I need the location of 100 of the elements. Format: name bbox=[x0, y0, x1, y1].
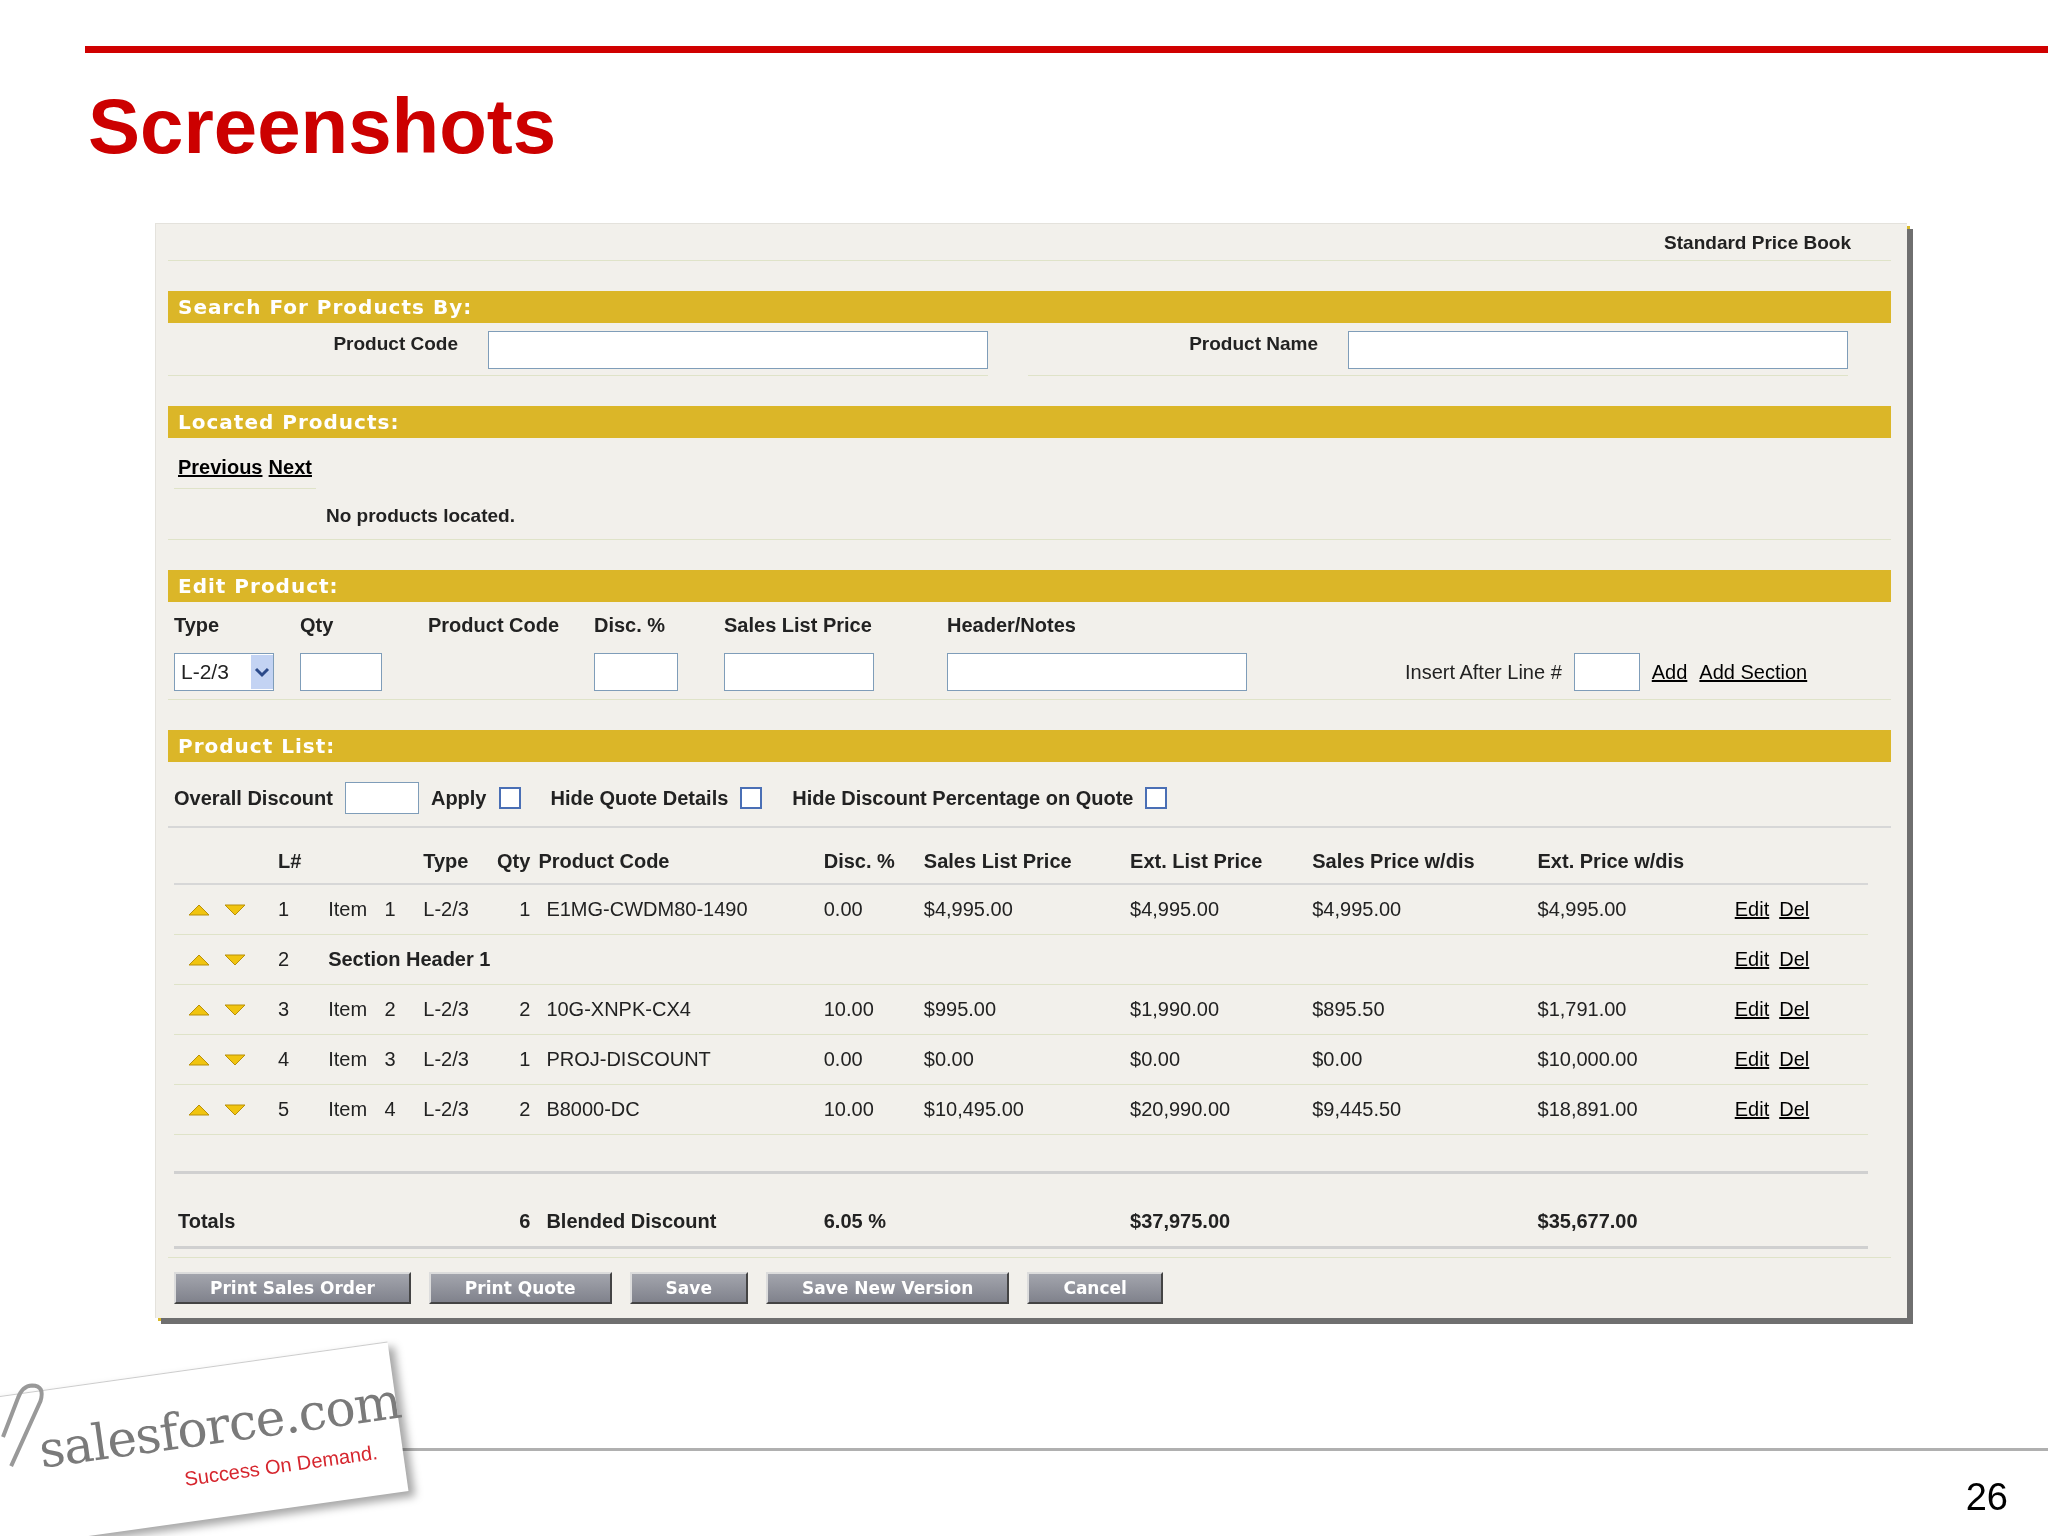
delete-link[interactable]: Del bbox=[1779, 998, 1810, 1020]
table-cell: $35,677.00 bbox=[1533, 1172, 1731, 1248]
table-cell: $18,891.00 bbox=[1533, 1084, 1731, 1135]
insert-label: Insert After Line # bbox=[1405, 660, 1562, 684]
delete-link[interactable]: Del bbox=[1779, 898, 1810, 920]
column-label: Qty bbox=[300, 614, 335, 637]
table-cell: 1 bbox=[484, 884, 535, 935]
edit-link[interactable]: Edit bbox=[1734, 948, 1770, 970]
table-cell: 1 bbox=[484, 1034, 535, 1085]
table-cell: $0.00 bbox=[1308, 1034, 1534, 1085]
line-number: 1 bbox=[274, 884, 325, 935]
option-label: Hide Discount Percentage on Quote bbox=[792, 786, 1134, 810]
section-header-bar: Edit Product: bbox=[168, 570, 1891, 602]
column-label: Header/Notes bbox=[947, 614, 1077, 637]
column-header: Ext. List Price bbox=[1126, 842, 1309, 884]
move-up-icon[interactable] bbox=[188, 1054, 210, 1066]
table-cell: $20,990.00 bbox=[1126, 1084, 1309, 1135]
input-field[interactable] bbox=[1573, 653, 1640, 691]
price-book-label: Standard Price Book bbox=[1664, 232, 1851, 254]
column-header: Product Code bbox=[534, 842, 820, 884]
table-cell: $9,445.50 bbox=[1308, 1084, 1534, 1135]
move-down-icon[interactable] bbox=[224, 1004, 246, 1016]
move-up-icon[interactable] bbox=[188, 1004, 210, 1016]
table-cell: 0.00 bbox=[819, 1034, 920, 1085]
table-cell: Item 3 bbox=[324, 1034, 420, 1085]
table-cell: 0.00 bbox=[819, 884, 920, 935]
line-number: 5 bbox=[274, 1084, 325, 1135]
table-cell: 10G-XNPK-CX4 bbox=[534, 984, 820, 1035]
column-header: Sales List Price bbox=[919, 842, 1127, 884]
table-cell: $1,791.00 bbox=[1533, 984, 1731, 1035]
table-cell: 10.00 bbox=[819, 984, 920, 1035]
table-cell: L-2/3 bbox=[419, 984, 485, 1035]
type-dropdown[interactable]: L-2/3 bbox=[174, 653, 274, 691]
move-up-icon[interactable] bbox=[188, 904, 210, 916]
column-label: Sales List Price bbox=[724, 614, 873, 637]
table-cell: 10.00 bbox=[819, 1084, 920, 1135]
table-cell: Blended Discount bbox=[534, 1172, 820, 1248]
caret-icon bbox=[251, 655, 273, 689]
table-cell: 6.05 % bbox=[819, 1172, 920, 1248]
section-header-bar: Product List: bbox=[168, 730, 1891, 762]
input-field[interactable] bbox=[344, 782, 419, 814]
move-down-icon[interactable] bbox=[224, 1104, 246, 1116]
move-down-icon[interactable] bbox=[224, 1054, 246, 1066]
delete-link[interactable]: Del bbox=[1779, 1098, 1810, 1120]
line-number: 3 bbox=[274, 984, 325, 1035]
section-title: Section Header 1 bbox=[324, 934, 1731, 985]
checkbox[interactable] bbox=[1145, 787, 1168, 809]
table-cell: Item 1 bbox=[324, 884, 420, 935]
column-header: Type bbox=[419, 842, 485, 884]
column-label: Disc. % bbox=[594, 614, 667, 637]
checkbox[interactable] bbox=[498, 787, 521, 809]
move-down-icon[interactable] bbox=[224, 954, 246, 966]
column-header: Disc. % bbox=[819, 842, 920, 884]
move-up-icon[interactable] bbox=[188, 1104, 210, 1116]
table-cell: $4,995.00 bbox=[919, 884, 1127, 935]
table-cell: $37,975.00 bbox=[1126, 1172, 1309, 1248]
table-cell: $4,995.00 bbox=[1126, 884, 1309, 935]
next-link[interactable]: Next bbox=[268, 456, 312, 478]
line-number: 2 bbox=[274, 934, 325, 985]
delete-link[interactable]: Del bbox=[1779, 1048, 1810, 1070]
input-field[interactable] bbox=[1348, 331, 1848, 369]
input-field[interactable] bbox=[947, 653, 1247, 691]
table-cell: L-2/3 bbox=[419, 1034, 485, 1085]
edit-link[interactable]: Edit bbox=[1734, 998, 1770, 1020]
totals-label: Totals bbox=[174, 1172, 485, 1248]
input-field[interactable] bbox=[594, 653, 678, 691]
checkbox[interactable] bbox=[740, 787, 763, 809]
move-up-icon[interactable] bbox=[188, 954, 210, 966]
column-label: Type bbox=[174, 614, 221, 637]
input-field[interactable] bbox=[300, 653, 382, 691]
table-cell: 6 bbox=[484, 1172, 535, 1248]
previous-link[interactable]: Previous bbox=[178, 456, 263, 478]
add-section-link[interactable]: Add Section bbox=[1699, 660, 1808, 684]
page-number: 26 bbox=[1965, 1476, 2008, 1519]
section-header-bar: Search For Products By: bbox=[168, 291, 1891, 323]
table-cell: $10,000.00 bbox=[1533, 1034, 1731, 1085]
edit-link[interactable]: Edit bbox=[1734, 898, 1770, 920]
table-cell: $1,990.00 bbox=[1126, 984, 1309, 1035]
input-field[interactable] bbox=[488, 331, 988, 369]
overall-discount-label: Overall Discount bbox=[174, 786, 333, 810]
column-header: Qty bbox=[484, 842, 535, 884]
table-cell: $0.00 bbox=[1126, 1034, 1309, 1085]
edit-link[interactable]: Edit bbox=[1734, 1098, 1770, 1120]
column-header: Sales Price w/dis bbox=[1308, 842, 1534, 884]
add-link[interactable]: Add bbox=[1651, 660, 1688, 684]
field-label: Product Code bbox=[332, 332, 458, 355]
table-cell: L-2/3 bbox=[419, 884, 485, 935]
input-field[interactable] bbox=[724, 653, 874, 691]
table-cell: $895.50 bbox=[1308, 984, 1534, 1035]
table-cell: $0.00 bbox=[919, 1034, 1127, 1085]
column-header: Ext. Price w/dis bbox=[1533, 842, 1731, 884]
move-down-icon[interactable] bbox=[224, 904, 246, 916]
delete-link[interactable]: Del bbox=[1779, 948, 1810, 970]
edit-link[interactable]: Edit bbox=[1734, 1048, 1770, 1070]
table-cell: L-2/3 bbox=[419, 1084, 485, 1135]
table-cell: 2 bbox=[484, 984, 535, 1035]
table-cell: 2 bbox=[484, 1084, 535, 1135]
table-cell: $10,495.00 bbox=[919, 1084, 1127, 1135]
line-number: 4 bbox=[274, 1034, 325, 1085]
empty-message: No products located. bbox=[168, 489, 1891, 540]
